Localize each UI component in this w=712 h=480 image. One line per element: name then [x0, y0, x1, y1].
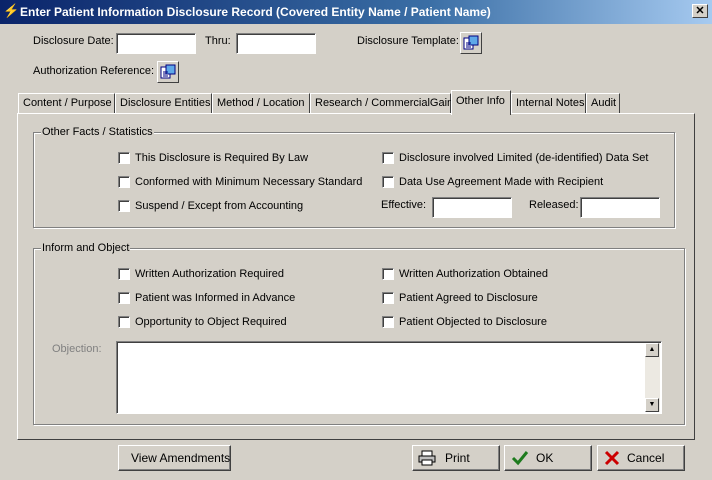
inform-object-title: Inform and Object: [41, 242, 131, 254]
required-by-law-label: This Disclosure is Required By Law: [135, 152, 309, 164]
title-bar: ⚡ Enter Patient Information Disclosure R…: [0, 0, 712, 24]
informed-in-advance-label: Patient was Informed in Advance: [135, 292, 296, 304]
released-date-input[interactable]: [580, 197, 660, 218]
printer-icon: [418, 450, 436, 466]
lookup-icon: [160, 64, 176, 79]
written-auth-required-label: Written Authorization Required: [135, 268, 284, 280]
data-use-agreement-label: Data Use Agreement Made with Recipient: [399, 176, 604, 188]
ok-button[interactable]: OK: [504, 445, 592, 471]
effective-label: Effective:: [381, 199, 427, 211]
tab-audit[interactable]: Audit: [586, 93, 620, 113]
red-x-icon: [604, 450, 620, 466]
limited-data-set-label: Disclosure involved Limited (de-identifi…: [399, 152, 649, 164]
tab-other-info[interactable]: Other Info: [451, 90, 511, 115]
objected-to-disclosure-label: Patient Objected to Disclosure: [399, 316, 547, 328]
data-use-agreement-checkbox[interactable]: [382, 176, 394, 188]
checkmark-icon: [511, 451, 529, 466]
scroll-up-arrow-icon[interactable]: ▲: [645, 343, 659, 357]
window-title: Enter Patient Information Disclosure Rec…: [20, 5, 491, 19]
tab-research-commercialgain[interactable]: Research / CommercialGain: [310, 93, 453, 113]
written-auth-obtained-label: Written Authorization Obtained: [399, 268, 548, 280]
objection-textarea[interactable]: [116, 341, 662, 414]
suspend-accounting-checkbox[interactable]: [118, 200, 130, 212]
suspend-accounting-label: Suspend / Except from Accounting: [135, 200, 304, 212]
cancel-label: Cancel: [627, 451, 665, 465]
tab-method-location[interactable]: Method / Location: [212, 93, 310, 113]
tab-disclosure-entities[interactable]: Disclosure Entities: [115, 93, 212, 113]
close-button[interactable]: ✕: [692, 4, 708, 18]
other-facts-title: Other Facts / Statistics: [41, 126, 154, 138]
opportunity-to-object-label: Opportunity to Object Required: [135, 316, 287, 328]
cancel-button[interactable]: Cancel: [597, 445, 685, 471]
agreed-to-disclosure-checkbox[interactable]: [382, 292, 394, 304]
tab-internal-notes[interactable]: Internal Notes: [511, 93, 586, 113]
minimum-necessary-checkbox[interactable]: [118, 176, 130, 188]
objection-scrollbar[interactable]: ▲ ▼: [645, 343, 660, 412]
disclosure-date-input[interactable]: [116, 33, 196, 54]
thru-date-input[interactable]: [236, 33, 316, 54]
informed-in-advance-checkbox[interactable]: [118, 292, 130, 304]
opportunity-to-object-checkbox[interactable]: [118, 316, 130, 328]
authorization-reference-button[interactable]: [157, 61, 179, 83]
disclosure-template-label: Disclosure Template:: [357, 35, 459, 47]
limited-data-set-checkbox[interactable]: [382, 152, 394, 164]
disclosure-template-button[interactable]: [460, 32, 482, 54]
minimum-necessary-label: Conformed with Minimum Necessary Standar…: [135, 176, 363, 188]
ok-label: OK: [536, 451, 554, 465]
effective-date-input[interactable]: [432, 197, 512, 218]
app-icon: ⚡: [3, 3, 20, 18]
released-label: Released:: [529, 199, 579, 211]
scroll-down-arrow-icon[interactable]: ▼: [645, 398, 659, 412]
objection-label: Objection:: [52, 343, 102, 355]
view-amendments-label: View Amendments: [131, 451, 231, 465]
thru-label: Thru:: [205, 35, 231, 47]
agreed-to-disclosure-label: Patient Agreed to Disclosure: [399, 292, 538, 304]
authorization-reference-label: Authorization Reference:: [33, 65, 155, 77]
disclosure-date-label: Disclosure Date:: [33, 35, 114, 47]
required-by-law-checkbox[interactable]: [118, 152, 130, 164]
written-auth-obtained-checkbox[interactable]: [382, 268, 394, 280]
view-amendments-button[interactable]: View Amendments: [118, 445, 231, 471]
written-auth-required-checkbox[interactable]: [118, 268, 130, 280]
tab-content-purpose[interactable]: Content / Purpose: [18, 93, 115, 113]
objected-to-disclosure-checkbox[interactable]: [382, 316, 394, 328]
print-label: Print: [445, 451, 470, 465]
lookup-icon: [463, 35, 479, 50]
print-button[interactable]: Print: [412, 445, 500, 471]
